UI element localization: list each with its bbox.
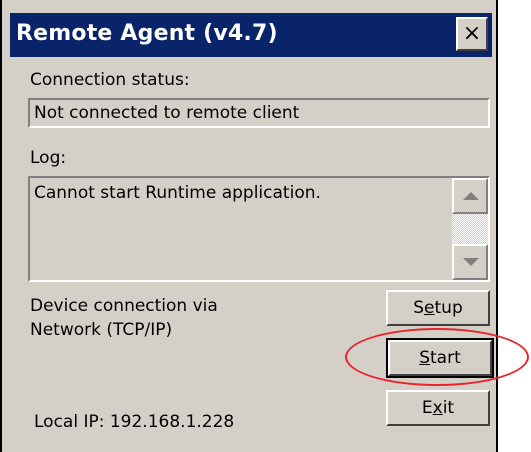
setup-label-a: S bbox=[413, 298, 425, 318]
scroll-up-button[interactable] bbox=[452, 178, 488, 214]
device-connection-line2: Network (TCP/IP) bbox=[30, 320, 173, 340]
exit-label-a: E bbox=[421, 398, 433, 418]
outer-frame-right bbox=[496, 0, 498, 452]
scroll-up-arrow-icon bbox=[463, 192, 479, 200]
setup-button[interactable]: Setup bbox=[386, 290, 490, 326]
red-highlight-ellipse bbox=[345, 328, 529, 386]
exit-button[interactable]: Exit bbox=[386, 390, 490, 426]
connection-status-label: Connection status: bbox=[30, 70, 190, 90]
connection-status-field: Not connected to remote client bbox=[28, 98, 490, 128]
local-ip-text: Local IP: 192.168.1.228 bbox=[34, 412, 235, 432]
setup-label-b: tup bbox=[434, 298, 463, 318]
log-textarea[interactable]: Cannot start Runtime application. bbox=[28, 176, 490, 282]
title-bar[interactable]: Remote Agent (v4.7) × bbox=[10, 13, 492, 57]
setup-label-accel: e bbox=[424, 298, 435, 318]
exit-label-accel: x bbox=[432, 398, 443, 418]
connection-status-value: Not connected to remote client bbox=[34, 103, 300, 123]
scroll-down-button[interactable] bbox=[452, 244, 488, 280]
scroll-down-arrow-icon bbox=[463, 258, 479, 266]
log-label: Log: bbox=[30, 148, 67, 168]
window-title: Remote Agent (v4.7) bbox=[16, 21, 278, 46]
device-connection-line1: Device connection via bbox=[30, 296, 218, 316]
exit-label-b: it bbox=[442, 398, 455, 418]
close-icon: × bbox=[462, 21, 482, 46]
close-button[interactable]: × bbox=[456, 17, 488, 51]
log-scrollbar[interactable] bbox=[452, 178, 488, 280]
log-text: Cannot start Runtime application. bbox=[34, 183, 321, 203]
